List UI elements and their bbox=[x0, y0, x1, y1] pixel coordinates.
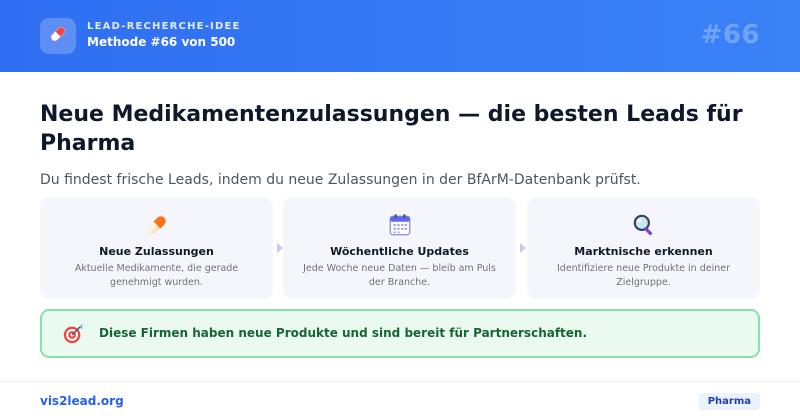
pill-icon bbox=[47, 23, 69, 49]
page-subtitle: Du findest frische Leads, indem du neue … bbox=[40, 172, 641, 188]
step-card-market-niche: Marktnische erkennen Identifiziere neue … bbox=[527, 197, 760, 299]
logo-badge bbox=[40, 18, 76, 54]
step-description: Aktuelle Medikamente, die gerade genehmi… bbox=[74, 263, 239, 288]
step-card-new-approvals: Neue Zulassungen Aktuelle Medikamente, d… bbox=[40, 197, 273, 299]
website-link[interactable]: vis2lead.org bbox=[40, 394, 124, 408]
calendar-icon bbox=[387, 212, 413, 238]
step-description: Jede Woche neue Daten — bleib am Puls de… bbox=[303, 263, 496, 288]
magnifier-icon bbox=[631, 212, 657, 238]
footer-divider bbox=[0, 381, 800, 382]
method-counter: Methode #66 von 500 bbox=[87, 35, 236, 49]
page-title: Neue Medikamentenzulassungen — die beste… bbox=[40, 102, 743, 156]
pill-icon bbox=[144, 212, 170, 238]
step-title: Neue Zulassungen bbox=[99, 245, 214, 258]
callout-text: Diese Firmen haben neue Produkte und sin… bbox=[99, 326, 588, 340]
step-title: Wöchentliche Updates bbox=[330, 245, 469, 258]
category-badge: Pharma bbox=[698, 393, 760, 410]
step-title: Marktnische erkennen bbox=[574, 245, 713, 258]
steps-row: Neue Zulassungen Aktuelle Medikamente, d… bbox=[40, 197, 760, 299]
header-kicker: LEAD-RECHERCHE-IDEE bbox=[87, 21, 241, 32]
callout-box: Diese Firmen haben neue Produkte und sin… bbox=[40, 309, 760, 358]
header-banner: LEAD-RECHERCHE-IDEE Methode #66 von 500 … bbox=[0, 0, 800, 72]
method-number: #66 bbox=[700, 20, 760, 50]
step-arrow bbox=[520, 243, 526, 253]
step-card-weekly-updates: Wöchentliche Updates Jede Woche neue Dat… bbox=[283, 197, 516, 299]
target-icon bbox=[62, 323, 84, 349]
step-description: Identifiziere neue Produkte in deiner Zi… bbox=[556, 263, 730, 288]
